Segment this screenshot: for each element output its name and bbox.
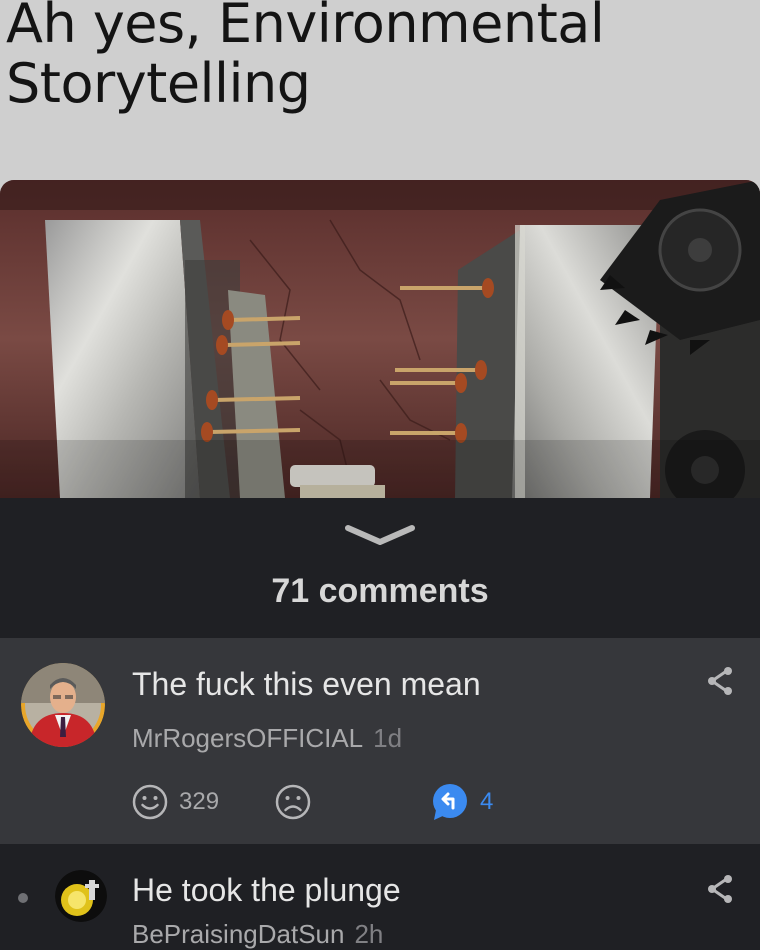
avatar[interactable] (55, 870, 107, 922)
post-image-container[interactable] (0, 175, 760, 498)
like-count: 329 (179, 788, 220, 815)
post-image[interactable] (0, 180, 760, 498)
smile-icon (132, 784, 168, 820)
comment-text: The fuck this even mean (132, 666, 481, 702)
comment-author[interactable]: BePraisingDatSun (132, 919, 344, 949)
comment-age: 2h (354, 919, 384, 949)
game-scene-illustration (0, 180, 760, 498)
dislike-button[interactable] (274, 783, 312, 821)
reply-count: 4 (480, 788, 494, 815)
frown-icon (275, 784, 311, 820)
comment-age: 1d (373, 723, 403, 753)
post-header: Ah yes, Environmental Storytelling (0, 0, 760, 175)
comments-count[interactable]: 71 comments (0, 572, 760, 611)
comment-card[interactable]: The fuck this even mean MrRogersOFFICIAL… (0, 638, 760, 844)
reply-bubble-icon (433, 784, 467, 820)
reply-button[interactable]: 4 (430, 782, 493, 822)
comment-author[interactable]: MrRogersOFFICIAL (132, 723, 363, 753)
chevron-down-icon[interactable] (344, 520, 416, 550)
comment-meta: MrRogersOFFICIAL 1d (132, 723, 402, 754)
post-title: Ah yes, Environmental Storytelling (6, 0, 605, 115)
avatar[interactable] (21, 663, 105, 747)
comment-card[interactable]: He took the plunge BePraisingDatSun 2h (0, 844, 760, 950)
comment-text: He took the plunge (132, 872, 401, 908)
thread-dot (18, 893, 28, 903)
share-icon[interactable] (706, 874, 734, 904)
comment-meta: BePraisingDatSun 2h (132, 919, 383, 950)
comments-header (0, 498, 760, 636)
like-button[interactable]: 329 (131, 783, 219, 821)
share-icon[interactable] (706, 666, 734, 696)
